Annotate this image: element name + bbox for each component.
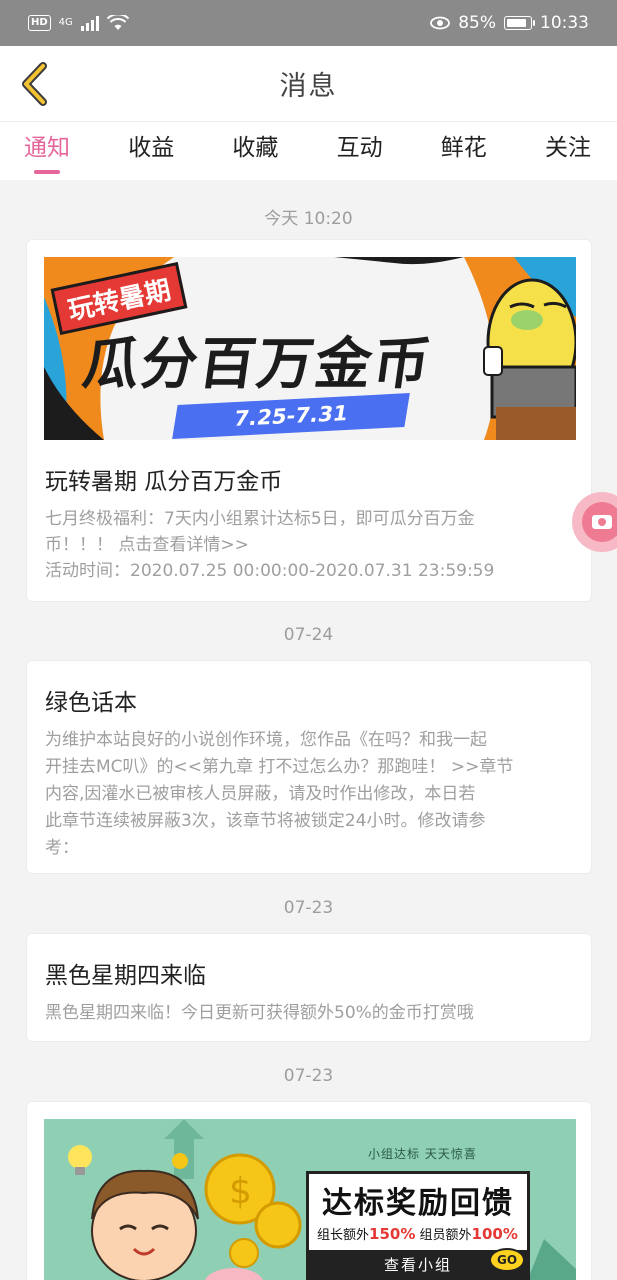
message-card[interactable]: 玩转暑期 瓜分百万金币 7.25-7.31 玩转暑期 瓜分百万金币 七月终极福利… bbox=[26, 239, 592, 602]
back-button[interactable] bbox=[14, 60, 54, 108]
message-body: 七月终极福利：7天内小组累计达标5日，即可瓜分百万金 币！！！ 点击查看详情>>… bbox=[45, 506, 571, 584]
message-timestamp: 今天 10:20 bbox=[264, 209, 353, 229]
tab-interactions[interactable]: 互动 bbox=[337, 122, 383, 180]
message-card[interactable]: 黑色星期四来临 黑色星期四来临！今日更新可获得额外50%的金币打赏哦 bbox=[26, 933, 592, 1042]
eye-comfort-icon bbox=[430, 16, 451, 30]
message-body-line: 此章节连续被屏蔽3次，该章节将被锁定24小时。修改请参 bbox=[45, 811, 486, 831]
tab-favorites[interactable]: 收藏 bbox=[232, 122, 278, 180]
banner-bonus-line: 组长额外150% 组员额外100% bbox=[317, 1224, 523, 1243]
battery-percent: 85% bbox=[458, 13, 496, 33]
leader-label: 组长额外 bbox=[317, 1228, 370, 1243]
tab-bar: 通知 收益 收藏 互动 鲜花 关注 bbox=[0, 122, 617, 180]
message-title: 玩转暑期 瓜分百万金币 bbox=[45, 469, 283, 495]
page-title: 消息 bbox=[279, 71, 338, 102]
status-bar: HD 4G 85% 10:33 bbox=[0, 0, 617, 46]
svg-text:$: $ bbox=[229, 1171, 252, 1212]
message-card[interactable]: 绿色话本 为维护本站良好的小说创作环境，您作品《在吗？和我一起 开挂去MC叭》的… bbox=[26, 660, 592, 874]
tab-flowers[interactable]: 鲜花 bbox=[441, 122, 487, 180]
promo-banner[interactable]: 玩转暑期 瓜分百万金币 7.25-7.31 bbox=[44, 257, 576, 440]
message-body-line: 内容,因灌水已被审核人员屏蔽，请及时作出修改，本日若 bbox=[45, 784, 476, 804]
message-body-line: 黑色星期四来临！今日更新可获得额外50%的金币打赏哦 bbox=[45, 1003, 474, 1023]
tab-notifications[interactable]: 通知 bbox=[24, 122, 70, 180]
screen-record-icon bbox=[582, 502, 617, 542]
member-percent: 100% bbox=[471, 1225, 518, 1243]
banner-headline: 达标奖励回馈 bbox=[322, 1186, 514, 1221]
message-title: 黑色星期四来临 bbox=[45, 963, 206, 989]
message-body-line: 考： bbox=[45, 838, 79, 858]
chevron-left-icon bbox=[22, 62, 47, 106]
tab-earnings[interactable]: 收益 bbox=[128, 122, 174, 180]
wifi-icon bbox=[106, 15, 129, 30]
hd-badge: HD bbox=[28, 15, 51, 31]
banner-headline: 瓜分百万金币 bbox=[78, 332, 436, 397]
message-body-line: 开挂去MC叭》的<<第九章 打不过怎么办？那跑哇！ >>章节 bbox=[45, 757, 514, 777]
banner-panel: 达标奖励回馈 组长额外150% 组员额外100% 查看小组 GO bbox=[306, 1171, 530, 1280]
message-body-line: 七月终极福利：7天内小组累计达标5日，即可瓜分百万金 bbox=[45, 509, 475, 529]
message-body-line: 币！！！ 点击查看详情>> bbox=[45, 535, 249, 555]
tab-following[interactable]: 关注 bbox=[545, 122, 591, 180]
message-body: 为维护本站良好的小说创作环境，您作品《在吗？和我一起 开挂去MC叭》的<<第九章… bbox=[45, 727, 571, 862]
banner-slogan: 小组达标 天天惊喜 bbox=[368, 1147, 477, 1161]
battery-icon bbox=[504, 16, 535, 30]
message-card[interactable]: $ 小组达标 天天惊喜 达标奖励回馈 组长额外150% 组员额外100% 查看小… bbox=[26, 1101, 592, 1280]
leader-percent: 150% bbox=[369, 1225, 416, 1243]
go-badge: GO bbox=[489, 1248, 525, 1272]
message-body-line: 活动时间：2020.07.25 00:00:00-2020.07.31 23:5… bbox=[45, 561, 495, 581]
signal-icon bbox=[80, 15, 99, 31]
message-body: 黑色星期四来临！今日更新可获得额外50%的金币打赏哦 bbox=[45, 1000, 571, 1026]
clock: 10:33 bbox=[540, 13, 589, 33]
message-timestamp: 07-24 bbox=[283, 625, 334, 645]
message-timestamp: 07-23 bbox=[283, 898, 334, 918]
network-type: 4G bbox=[58, 17, 73, 28]
header: 消息 bbox=[0, 46, 617, 122]
promo-banner[interactable]: $ 小组达标 天天惊喜 达标奖励回馈 组长额外150% 组员额外100% 查看小… bbox=[44, 1119, 576, 1280]
member-label: 组员额外 bbox=[419, 1228, 472, 1243]
message-title: 绿色话本 bbox=[45, 690, 137, 716]
message-body-line: 为维护本站良好的小说创作环境，您作品《在吗？和我一起 bbox=[45, 730, 487, 750]
message-timestamp: 07-23 bbox=[283, 1066, 334, 1086]
